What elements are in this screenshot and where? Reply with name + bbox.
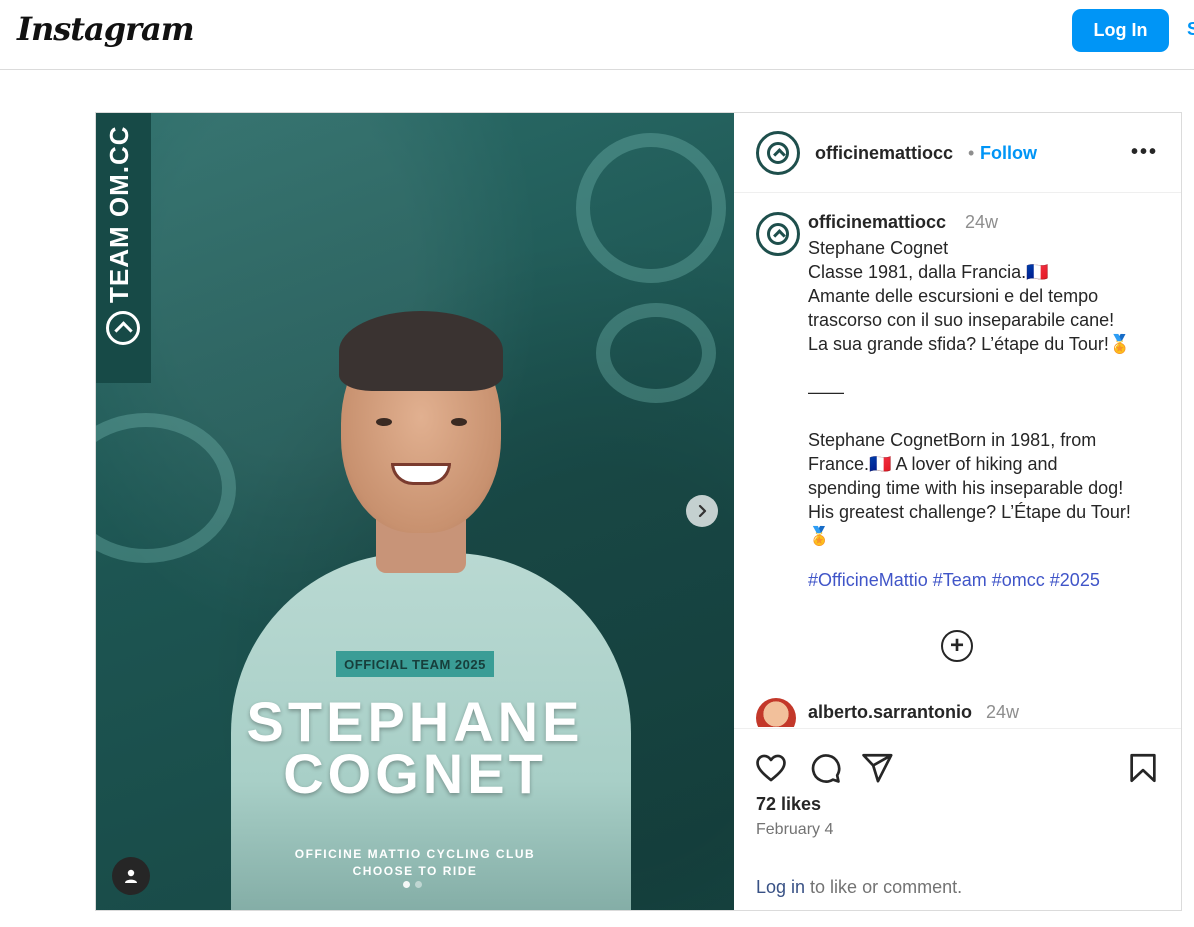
athlete-hair xyxy=(339,311,503,391)
bookmark-icon[interactable] xyxy=(1126,751,1160,785)
caption-line: Classe 1981, dalla Francia.🇫🇷 xyxy=(808,262,1049,282)
caption-line: Stephane Cognet xyxy=(808,238,949,258)
caption-line: Stephane CognetBorn in 1981, from xyxy=(808,430,1097,450)
tagged-users-button[interactable] xyxy=(112,857,150,895)
caption-line: France.🇫🇷 A lover of hiking and xyxy=(808,454,1058,474)
caption-line: —— xyxy=(808,382,844,402)
post-details-panel: officinemattiocc • Follow ••• officinema… xyxy=(734,113,1181,910)
top-navigation-bar: Instagram Log In S xyxy=(0,0,1194,70)
separator-dot: • xyxy=(968,143,975,163)
comment-icon[interactable] xyxy=(808,751,842,785)
caption-text: Stephane Cognet Classe 1981, dalla Franc… xyxy=(808,236,1178,548)
post-header: officinemattiocc • Follow ••• xyxy=(734,113,1181,193)
athlete-eye xyxy=(376,418,392,426)
club-name: OFFICINE MATTIO CYCLING CLUB xyxy=(294,847,536,861)
caption-line: 🏅 xyxy=(808,526,831,546)
caption-username[interactable]: officinemattiocc xyxy=(808,212,946,233)
hashtag-list: #OfficineMattio #Team #omcc #2025 xyxy=(808,570,1105,591)
avatar-logo-icon xyxy=(766,141,790,165)
carousel-next-button[interactable] xyxy=(686,495,718,527)
team-side-strip: TEAM OM.CC xyxy=(96,113,151,383)
caption-timestamp[interactable]: 24w xyxy=(965,212,998,233)
hashtag-link[interactable]: #OfficineMattio xyxy=(808,570,928,590)
load-more-comments-icon[interactable]: + xyxy=(941,630,973,662)
caption-and-comments[interactable]: officinemattiocc 24w Stephane Cognet Cla… xyxy=(734,194,1181,727)
caption-line: His greatest challenge? L’Étape du Tour! xyxy=(808,502,1131,522)
instagram-logo[interactable]: Instagram xyxy=(17,10,195,48)
post-container: TEAM OM.CC OFFICIAL TEAM 2025 STEPHANE C… xyxy=(95,112,1182,911)
hashtag-link[interactable]: #Team xyxy=(933,570,987,590)
caption-author-avatar[interactable] xyxy=(756,212,800,256)
follow-button[interactable]: Follow xyxy=(980,143,1037,164)
more-options-icon[interactable]: ••• xyxy=(1131,141,1158,164)
caption-line: spending time with his inseparable dog! xyxy=(808,478,1124,498)
athlete-eye xyxy=(451,418,467,426)
caption-line xyxy=(808,356,1178,380)
post-actions: 72 likes February 4 Log in to like or co… xyxy=(734,728,1181,910)
caption-line: trascorso con il suo inseparabile cane! xyxy=(808,310,1115,330)
carousel-dot xyxy=(415,881,422,888)
chevron-right-icon xyxy=(698,504,707,518)
share-icon[interactable] xyxy=(860,751,894,785)
hashtag-link[interactable]: #omcc xyxy=(992,570,1045,590)
hashtag-link[interactable]: #2025 xyxy=(1050,570,1100,590)
post-media[interactable]: TEAM OM.CC OFFICIAL TEAM 2025 STEPHANE C… xyxy=(96,113,734,910)
like-count[interactable]: 72 likes xyxy=(756,794,821,815)
like-heart-icon[interactable] xyxy=(754,751,788,785)
club-slogan: CHOOSE TO RIDE xyxy=(352,864,478,878)
login-prompt-text: to like or comment. xyxy=(805,877,963,897)
author-username[interactable]: officinemattiocc xyxy=(815,143,953,164)
carousel-dot xyxy=(403,881,410,888)
caption-line: Amante delle escursioni e del tempo xyxy=(808,286,1099,306)
team-logo-icon xyxy=(106,311,140,345)
caption-line: La sua grande sfida? L’étape du Tour!🏅 xyxy=(808,334,1132,354)
person-icon xyxy=(125,869,137,883)
signup-link[interactable]: S xyxy=(1187,19,1194,40)
commenter-username[interactable]: alberto.sarrantonio xyxy=(808,702,972,723)
athlete-last-name: COGNET xyxy=(283,742,547,805)
commenter-avatar[interactable] xyxy=(756,698,796,727)
post-date[interactable]: February 4 xyxy=(756,821,833,839)
carousel-indicator xyxy=(403,881,422,888)
login-button[interactable]: Log In xyxy=(1072,9,1169,52)
caption-line xyxy=(808,404,1178,428)
avatar-logo-icon xyxy=(766,222,790,246)
comment-timestamp[interactable]: 24w xyxy=(986,702,1019,723)
login-prompt: Log in to like or comment. xyxy=(756,877,962,898)
author-avatar[interactable] xyxy=(756,131,800,175)
login-link[interactable]: Log in xyxy=(756,877,805,897)
team-strip-text: TEAM OM.CC xyxy=(104,125,134,303)
official-team-badge: OFFICIAL TEAM 2025 xyxy=(336,651,494,677)
